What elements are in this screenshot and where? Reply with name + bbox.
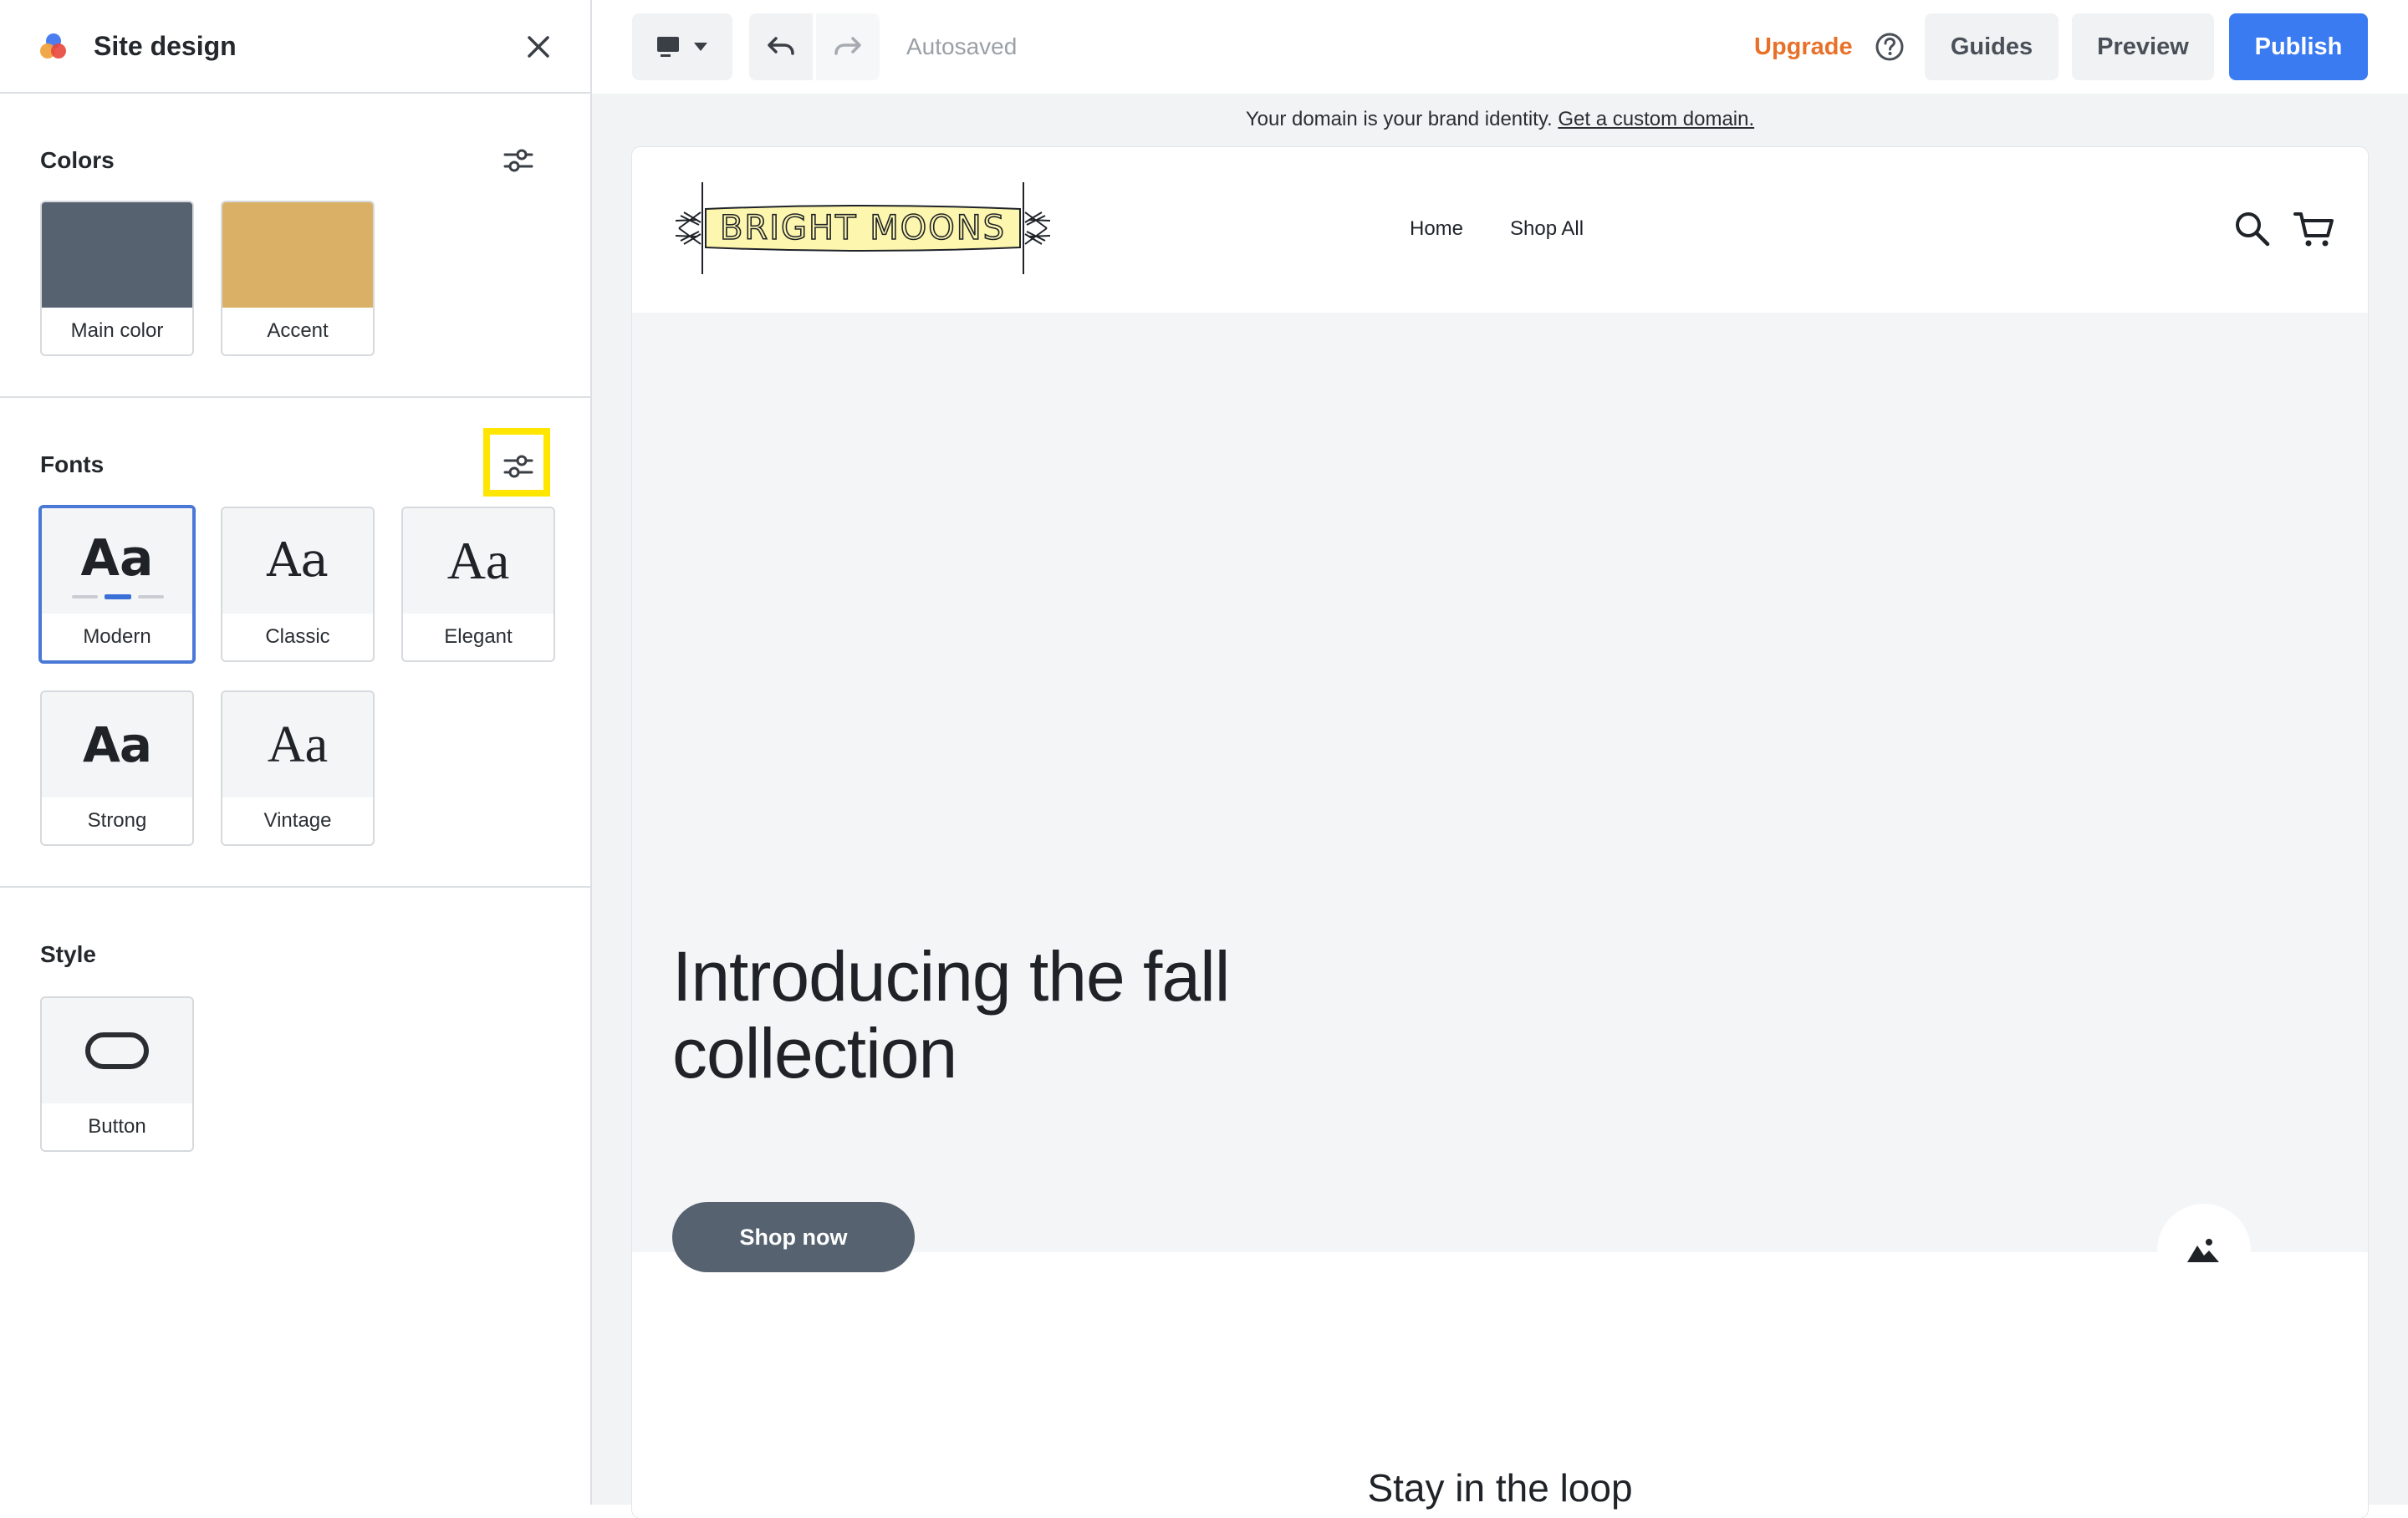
- font-sample: Aa: [82, 716, 152, 773]
- site-design-panel: Site design Colors Main color Accent Fon…: [0, 0, 592, 1505]
- font-card-label: Classic: [265, 625, 330, 648]
- panel-header: Site design: [0, 0, 590, 94]
- help-button[interactable]: [1873, 30, 1906, 64]
- domain-banner-text: Your domain is your brand identity.: [1245, 108, 1559, 130]
- font-card-modern[interactable]: Aa Modern: [38, 505, 196, 664]
- font-card-label: Modern: [83, 625, 151, 648]
- desktop-icon: [657, 37, 679, 57]
- button-shape-icon: [85, 1032, 149, 1069]
- color-card-label: Main color: [70, 319, 164, 342]
- style-card-label: Button: [88, 1115, 146, 1138]
- font-card-label: Elegant: [444, 625, 513, 648]
- colors-settings-button[interactable]: [495, 137, 542, 184]
- accent-color-swatch: [222, 202, 373, 308]
- font-preview: Aa: [222, 508, 373, 614]
- font-card-label: Strong: [87, 809, 147, 832]
- colors-section: Colors Main color Accent: [0, 94, 590, 398]
- font-preview: Aa: [403, 508, 554, 614]
- hero-title: Introducing the fall collection: [672, 937, 1230, 1093]
- top-toolbar: Autosaved Upgrade Guides Preview Publish: [592, 0, 2408, 94]
- color-card-label: Accent: [267, 319, 329, 342]
- variant-dot: [137, 595, 164, 599]
- close-button[interactable]: [520, 28, 557, 65]
- undo-icon: [768, 37, 794, 55]
- close-icon: [528, 36, 549, 58]
- publish-button[interactable]: Publish: [2229, 13, 2368, 80]
- font-sample: Aa: [446, 531, 510, 590]
- fonts-settings-button[interactable]: [495, 443, 542, 490]
- change-image-button[interactable]: [2157, 1204, 2251, 1297]
- sliders-icon: [503, 149, 533, 172]
- chevron-down-icon: [694, 43, 707, 51]
- nav-shop-all[interactable]: Shop All: [1510, 214, 1584, 244]
- font-preview: Aa: [222, 692, 373, 797]
- variant-dot: [72, 595, 99, 599]
- cart-icon[interactable]: [2293, 209, 2334, 249]
- hero-section: Introducing the fall collection Shop now: [632, 313, 2368, 1297]
- nav-home[interactable]: Home: [1410, 214, 1463, 244]
- color-card-main[interactable]: Main color: [40, 201, 194, 356]
- style-card-button[interactable]: Button: [40, 996, 194, 1152]
- logo-text: BRIGHT MOONS: [720, 209, 1006, 247]
- panel-title: Site design: [94, 31, 237, 61]
- font-card-vintage[interactable]: Aa Vintage: [221, 690, 375, 846]
- brand-logo[interactable]: BRIGHT MOONS: [672, 179, 1054, 278]
- main-color-swatch: [42, 202, 192, 308]
- device-switcher-button[interactable]: [632, 13, 732, 80]
- style-title: Style: [40, 941, 96, 967]
- sliders-icon: [503, 455, 533, 478]
- style-section: Style Button: [0, 888, 590, 1189]
- search-icon[interactable]: [2232, 209, 2273, 249]
- variant-dot-active: [105, 594, 131, 599]
- preview-button[interactable]: Preview: [2072, 13, 2214, 80]
- custom-domain-link[interactable]: Get a custom domain.: [1558, 108, 1754, 130]
- domain-banner: Your domain is your brand identity. Get …: [592, 105, 2408, 134]
- color-card-accent[interactable]: Accent: [221, 201, 375, 356]
- redo-button[interactable]: [816, 13, 880, 80]
- style-preview: [42, 998, 192, 1103]
- font-sample: Aa: [267, 533, 329, 588]
- font-preview: Aa: [42, 692, 192, 797]
- image-icon: [2187, 1239, 2219, 1262]
- site-nav: Home Shop All: [1410, 214, 1584, 244]
- font-sample: Aa: [80, 529, 154, 588]
- font-card-label: Vintage: [263, 809, 332, 832]
- newsletter-heading: Stay in the loop: [1367, 1466, 1633, 1510]
- site-header: BRIGHT MOONS Home Shop All: [632, 147, 2368, 313]
- font-sample: Aa: [267, 716, 329, 773]
- autosave-status: Autosaved: [906, 33, 1018, 59]
- site-preview: BRIGHT MOONS Home Shop All Introducing t…: [632, 147, 2368, 1518]
- redo-icon: [834, 37, 861, 55]
- upgrade-link[interactable]: Upgrade: [1754, 30, 1853, 64]
- font-card-elegant[interactable]: Aa Elegant: [401, 507, 555, 662]
- help-icon: [1875, 33, 1904, 61]
- fonts-section: Fonts Aa Modern Aa Classic Aa Elegant Aa…: [0, 398, 590, 888]
- font-card-strong[interactable]: Aa Strong: [40, 690, 194, 846]
- fonts-title: Fonts: [40, 451, 105, 477]
- font-card-classic[interactable]: Aa Classic: [221, 507, 375, 662]
- colors-title: Colors: [40, 147, 115, 173]
- font-variant-indicator: [72, 594, 164, 600]
- undo-button[interactable]: [749, 13, 813, 80]
- shop-now-button[interactable]: Shop now: [672, 1202, 915, 1272]
- app-logo-icon: [40, 33, 66, 59]
- guides-button[interactable]: Guides: [1925, 13, 2059, 80]
- editor-canvas: Your domain is your brand identity. Get …: [592, 94, 2408, 1518]
